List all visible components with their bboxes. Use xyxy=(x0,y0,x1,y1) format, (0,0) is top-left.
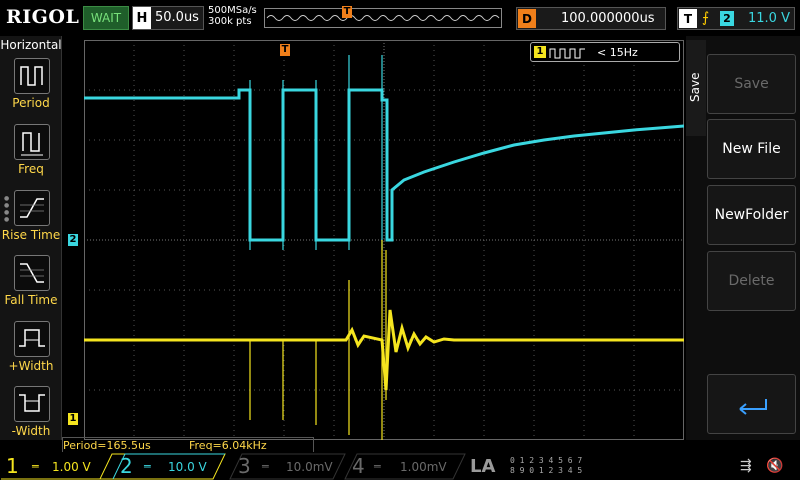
ch4-status[interactable]: 4 ═ 1.00mV xyxy=(352,454,452,478)
run-status-badge[interactable]: WAIT xyxy=(83,6,129,30)
logic-analyzer-channels: 0 1 2 3 4 5 6 7 8 9 0 1 2 3 4 5 xyxy=(510,456,582,476)
ch3-number: 3 xyxy=(238,454,251,478)
period-readout: Period=165.5us xyxy=(63,439,151,452)
memory-waveform-overview xyxy=(264,8,502,28)
measure-label: +Width xyxy=(8,359,54,373)
usb-icon: ⇶ xyxy=(740,458,752,474)
coupling-dc-icon: ═ xyxy=(374,460,381,473)
new-folder-button[interactable]: NewFolder xyxy=(707,185,796,245)
rising-edge-icon: ⨍ xyxy=(702,10,710,26)
menu-title: Horizontal xyxy=(0,38,62,52)
save-menu-tab: Save xyxy=(686,40,706,136)
measure-negative-width[interactable]: -Width xyxy=(0,384,62,448)
coupling-dc-icon: ═ xyxy=(32,460,39,473)
delay-key: D xyxy=(518,9,536,28)
delay-setting[interactable]: D 100.000000us xyxy=(516,7,666,30)
frequency-counter[interactable]: 1 < 15Hz xyxy=(530,42,680,62)
trigger-position-marker: T xyxy=(342,6,352,18)
counter-value: < 15Hz xyxy=(597,46,638,59)
ch2-spikes xyxy=(249,55,383,250)
measure-period[interactable]: Period xyxy=(0,56,62,120)
enter-button[interactable] xyxy=(707,374,796,434)
horizontal-key: H xyxy=(133,7,151,29)
timebase-value: 50.0us xyxy=(155,10,199,25)
period-icon xyxy=(14,58,50,94)
brand-logo: RIGOL xyxy=(6,6,80,28)
measure-fall-time[interactable]: Fall Time xyxy=(0,253,62,317)
measure-label: Fall Time xyxy=(4,293,58,307)
memory-overview-trace xyxy=(266,15,500,21)
ch1-ground-marker[interactable]: 1 xyxy=(68,413,78,425)
counter-channel: 1 xyxy=(534,46,546,58)
trigger-key: T xyxy=(679,9,697,28)
enter-icon xyxy=(739,399,767,415)
measure-label: Rise Time xyxy=(1,228,61,242)
ch2-status[interactable]: 2 ═ 10.0 V xyxy=(120,454,225,478)
save-button[interactable]: Save xyxy=(707,54,796,114)
coupling-dc-icon: ═ xyxy=(144,460,151,473)
positive-width-icon xyxy=(14,321,50,357)
la-row: 8 9 0 1 2 3 4 5 xyxy=(510,466,583,475)
ch3-scale: 10.0mV xyxy=(286,460,333,474)
trigger-level: 11.0 V xyxy=(748,11,790,26)
ch2-number: 2 xyxy=(120,454,133,478)
measure-positive-width[interactable]: +Width xyxy=(0,319,62,383)
fall-time-icon xyxy=(14,255,50,291)
waveform-display[interactable] xyxy=(84,40,684,440)
trigger-setting[interactable]: T ⨍ 2 11.0 V xyxy=(677,7,795,30)
measure-label: Freq xyxy=(18,162,44,176)
freq-readout: Freq=6.04kHz xyxy=(189,439,267,452)
rise-time-icon xyxy=(14,190,50,226)
horizontal-timebase[interactable]: H 50.0us xyxy=(132,6,204,30)
ch4-scale: 1.00mV xyxy=(400,460,447,474)
trigger-source: 2 xyxy=(720,11,734,26)
sample-info: 500MSa/s 300k pts xyxy=(208,5,257,27)
speaker-mute-icon: 🔇 xyxy=(766,458,784,474)
la-row: 0 1 2 3 4 5 6 7 xyxy=(510,456,583,465)
square-wave-icon xyxy=(549,48,585,59)
ch4-number: 4 xyxy=(352,454,365,478)
ch2-ground-marker[interactable]: 2 xyxy=(68,234,78,246)
logic-analyzer-label[interactable]: LA xyxy=(470,456,506,478)
coupling-dc-icon: ═ xyxy=(262,460,269,473)
measure-label: -Width xyxy=(11,424,51,438)
ch1-scale: 1.00 V xyxy=(52,460,91,474)
ch1-status[interactable]: 1 ═ 1.00 V xyxy=(6,454,106,478)
memory-depth: 300k pts xyxy=(208,16,252,27)
measurement-readout: Period=165.5us Freq=6.04kHz xyxy=(62,437,314,453)
negative-width-icon xyxy=(14,386,50,422)
delete-button[interactable]: Delete xyxy=(707,251,796,311)
freq-icon xyxy=(14,124,50,160)
measure-label: Period xyxy=(12,96,50,110)
trigger-delay-marker: T xyxy=(280,44,290,56)
ch2-scale: 10.0 V xyxy=(168,460,207,474)
delay-value: 100.000000us xyxy=(561,11,655,26)
ch3-status[interactable]: 3 ═ 10.0mV xyxy=(238,454,338,478)
new-file-button[interactable]: New File xyxy=(707,119,796,179)
sample-rate: 500MSa/s xyxy=(208,5,257,16)
save-tab-label: Save xyxy=(688,72,702,102)
ch1-number: 1 xyxy=(6,454,19,478)
measure-freq[interactable]: Freq xyxy=(0,122,62,186)
measure-rise-time[interactable]: Rise Time xyxy=(0,188,62,252)
